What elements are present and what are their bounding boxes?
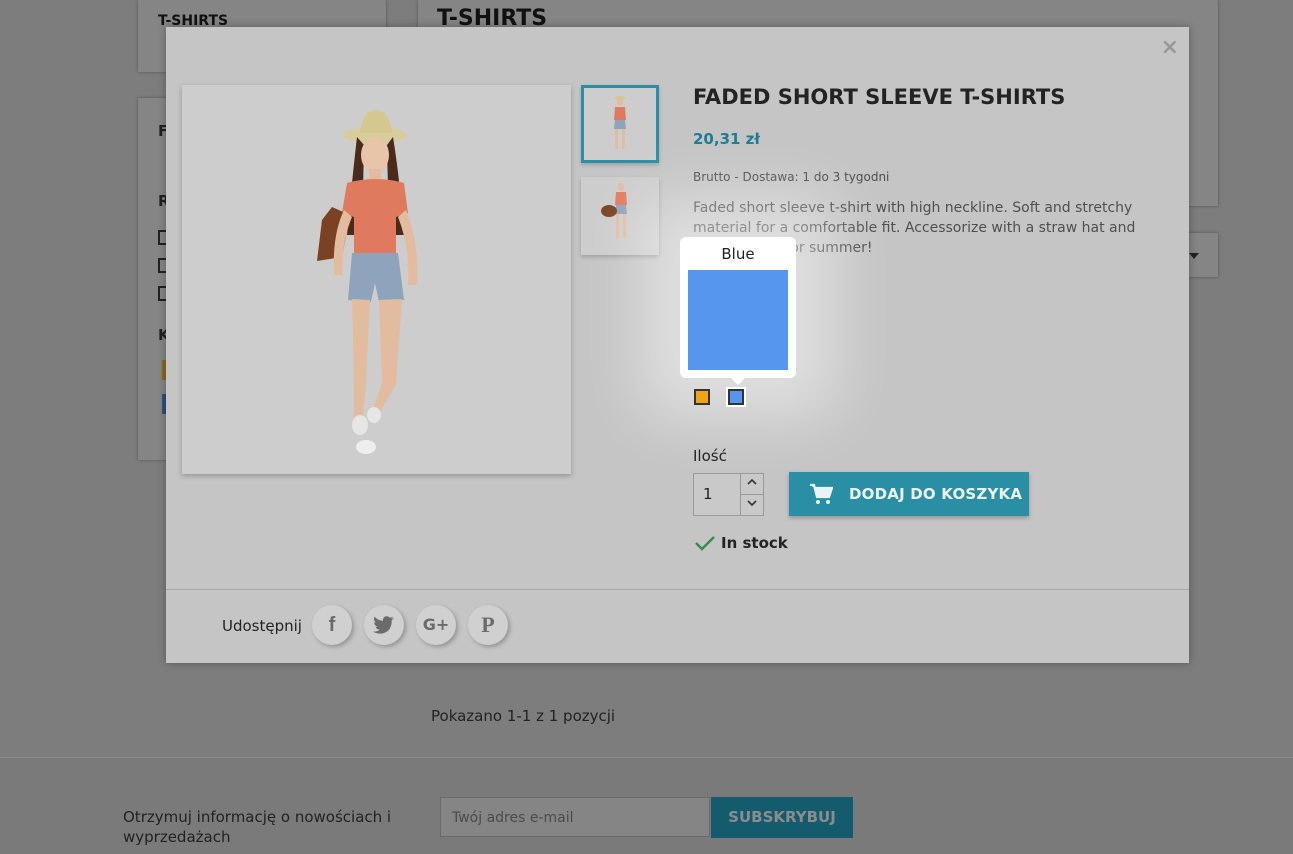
facebook-icon: f bbox=[328, 614, 336, 636]
tax-delivery-info: Brutto - Dostawa: 1 do 3 tygodni bbox=[693, 170, 890, 184]
product-price: 20,31 zł bbox=[693, 130, 760, 148]
subscribe-button[interactable]: SUBSKRYBUJ bbox=[711, 797, 853, 838]
pinterest-icon: P bbox=[481, 612, 495, 637]
product-thumbnail-1[interactable] bbox=[581, 85, 659, 163]
modal-footer-divider bbox=[166, 589, 1189, 590]
google-plus-share-button[interactable]: G+ bbox=[416, 605, 456, 645]
twitter-icon bbox=[373, 616, 394, 634]
thumbnail-photo bbox=[614, 96, 626, 149]
newsletter-email-input[interactable]: Twój adres e-mail bbox=[440, 797, 710, 837]
color-tooltip: Blue bbox=[680, 237, 796, 385]
quantity-increase-button[interactable] bbox=[740, 473, 764, 495]
google-plus-icon: G+ bbox=[422, 615, 450, 634]
color-swatch-blue[interactable] bbox=[726, 387, 746, 407]
quick-view-modal: × FADED SHORT SLEEVE T-SHIRTS 20,31 zł B… bbox=[166, 27, 1189, 663]
newsletter-text: Otrzymuj informację o nowościach i wyprz… bbox=[123, 808, 392, 846]
add-to-cart-label: DODAJ DO KOSZYKA bbox=[849, 485, 1023, 503]
close-icon[interactable]: × bbox=[1161, 37, 1179, 59]
add-to-cart-button[interactable]: DODAJ DO KOSZYKA bbox=[789, 472, 1029, 516]
quantity-decrease-button[interactable] bbox=[740, 494, 764, 516]
chevron-down-icon bbox=[747, 500, 757, 507]
shopping-cart-icon bbox=[810, 483, 833, 504]
quantity-label: Ilość bbox=[693, 447, 727, 465]
chevron-down-icon bbox=[1189, 253, 1199, 259]
tooltip-arrow bbox=[730, 377, 746, 385]
color-tooltip-swatch bbox=[688, 270, 788, 370]
facebook-share-button[interactable]: f bbox=[312, 605, 352, 645]
thumbnail-photo bbox=[601, 183, 627, 238]
product-title: FADED SHORT SLEEVE T-SHIRTS bbox=[693, 85, 1066, 109]
share-label: Udostępnij bbox=[222, 617, 302, 635]
stock-status: In stock bbox=[721, 534, 788, 552]
pinterest-share-button[interactable]: P bbox=[468, 605, 508, 645]
chevron-up-icon bbox=[747, 478, 757, 485]
color-swatch-orange[interactable] bbox=[694, 389, 710, 405]
check-icon bbox=[695, 536, 715, 551]
twitter-share-button[interactable] bbox=[364, 605, 404, 645]
product-thumbnail-2[interactable] bbox=[581, 177, 659, 255]
quantity-input[interactable]: 1 bbox=[693, 473, 741, 516]
model-photo bbox=[317, 110, 418, 454]
results-count: Pokazano 1-1 z 1 pozycji bbox=[431, 707, 616, 725]
product-main-image bbox=[182, 85, 571, 474]
color-tooltip-label: Blue bbox=[721, 245, 755, 263]
